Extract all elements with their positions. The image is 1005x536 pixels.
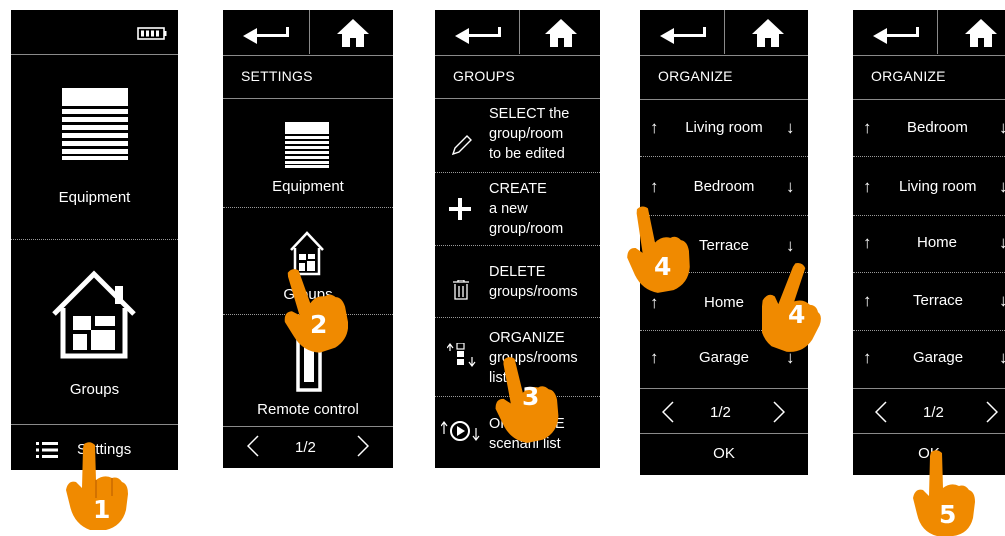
move-down-button[interactable]: ↓ bbox=[999, 119, 1005, 136]
move-up-button[interactable]: ↑ bbox=[863, 119, 872, 136]
move-up-button[interactable]: ↑ bbox=[863, 292, 872, 309]
remote-control-label[interactable]: Remote control bbox=[223, 401, 393, 418]
step-number: 3 bbox=[522, 382, 540, 411]
equipment-icon[interactable] bbox=[285, 122, 329, 168]
next-page-button[interactable] bbox=[357, 435, 369, 457]
move-down-button[interactable]: ↓ bbox=[999, 349, 1005, 366]
row-label: Terrace bbox=[913, 292, 964, 309]
move-down-button[interactable]: ↓ bbox=[999, 178, 1005, 195]
move-up-button[interactable]: ↑ bbox=[863, 234, 872, 251]
list-menu-icon[interactable] bbox=[36, 442, 58, 458]
organize-list-icon bbox=[447, 343, 477, 367]
step-number: 4 bbox=[788, 300, 806, 329]
move-down-button[interactable]: ↓ bbox=[999, 292, 1005, 309]
menu-item-delete[interactable]: DELETE groups/rooms bbox=[489, 262, 578, 302]
step-number: 2 bbox=[310, 310, 328, 339]
page-indicator: 1/2 bbox=[923, 404, 944, 421]
move-down-button[interactable]: ↓ bbox=[786, 237, 795, 254]
page-title: ORGANIZE bbox=[871, 68, 946, 84]
screen-settings: SETTINGS Equipment Groups Remote control… bbox=[223, 10, 393, 468]
page-title: SETTINGS bbox=[241, 68, 313, 84]
page-title: ORGANIZE bbox=[658, 68, 733, 84]
step-number: 5 bbox=[939, 500, 957, 529]
step-number: 4 bbox=[654, 252, 672, 281]
menu-item-create[interactable]: CREATE a new group/room bbox=[489, 179, 563, 239]
home-icon[interactable] bbox=[337, 19, 369, 47]
equipment-icon[interactable] bbox=[62, 88, 128, 160]
trash-icon bbox=[453, 280, 469, 300]
home-icon[interactable] bbox=[752, 19, 784, 47]
row-label: Home bbox=[917, 234, 958, 251]
move-down-button[interactable]: ↓ bbox=[786, 119, 795, 136]
back-icon[interactable] bbox=[243, 27, 291, 45]
back-icon[interactable] bbox=[660, 27, 708, 45]
row-label: Bedroom bbox=[907, 119, 968, 136]
row-label: Living room bbox=[899, 178, 977, 195]
step-4b-hand-icon: 4 bbox=[762, 262, 832, 358]
organize-scenario-icon bbox=[441, 420, 481, 442]
plus-icon bbox=[449, 198, 471, 220]
equipment-label[interactable]: Equipment bbox=[11, 189, 178, 206]
move-up-button[interactable]: ↑ bbox=[863, 178, 872, 195]
page-indicator: 1/2 bbox=[710, 404, 731, 421]
next-page-button[interactable] bbox=[986, 401, 998, 423]
step-number: 1 bbox=[93, 495, 111, 524]
screen-home: Equipment Groups Settings bbox=[11, 10, 178, 470]
page-title: GROUPS bbox=[453, 68, 515, 84]
row-label: Living room bbox=[685, 119, 763, 136]
page-indicator: 1/2 bbox=[295, 439, 316, 456]
prev-page-button[interactable] bbox=[662, 401, 674, 423]
move-down-button[interactable]: ↓ bbox=[999, 234, 1005, 251]
home-icon[interactable] bbox=[965, 19, 997, 47]
step-2-hand-icon: 2 bbox=[282, 262, 348, 354]
screen-organize-after: ORGANIZE ↑ Bedroom ↓ ↑ Living room ↓ ↑ H… bbox=[853, 10, 1005, 475]
prev-page-button[interactable] bbox=[875, 401, 887, 423]
menu-item-select[interactable]: SELECT the group/room to be edited bbox=[489, 104, 569, 164]
back-icon[interactable] bbox=[873, 27, 921, 45]
groups-label[interactable]: Groups bbox=[11, 381, 178, 398]
move-up-button[interactable]: ↑ bbox=[863, 349, 872, 366]
step-1-hand-icon: 1 bbox=[66, 440, 130, 530]
row-label: Garage bbox=[913, 349, 964, 366]
back-icon[interactable] bbox=[455, 27, 503, 45]
pencil-icon bbox=[451, 134, 473, 156]
equipment-label[interactable]: Equipment bbox=[223, 178, 393, 195]
step-3-hand-icon: 3 bbox=[494, 352, 560, 444]
step-5-hand-icon: 5 bbox=[913, 448, 977, 536]
groups-house-icon[interactable] bbox=[49, 268, 139, 360]
prev-page-button[interactable] bbox=[247, 435, 259, 457]
battery-icon bbox=[137, 27, 167, 40]
ok-button[interactable]: OK bbox=[640, 445, 808, 462]
next-page-button[interactable] bbox=[773, 401, 785, 423]
row-label: Bedroom bbox=[693, 178, 755, 195]
step-4a-hand-icon: 4 bbox=[626, 202, 696, 298]
move-down-button[interactable]: ↓ bbox=[786, 178, 795, 195]
home-icon[interactable] bbox=[545, 19, 577, 47]
